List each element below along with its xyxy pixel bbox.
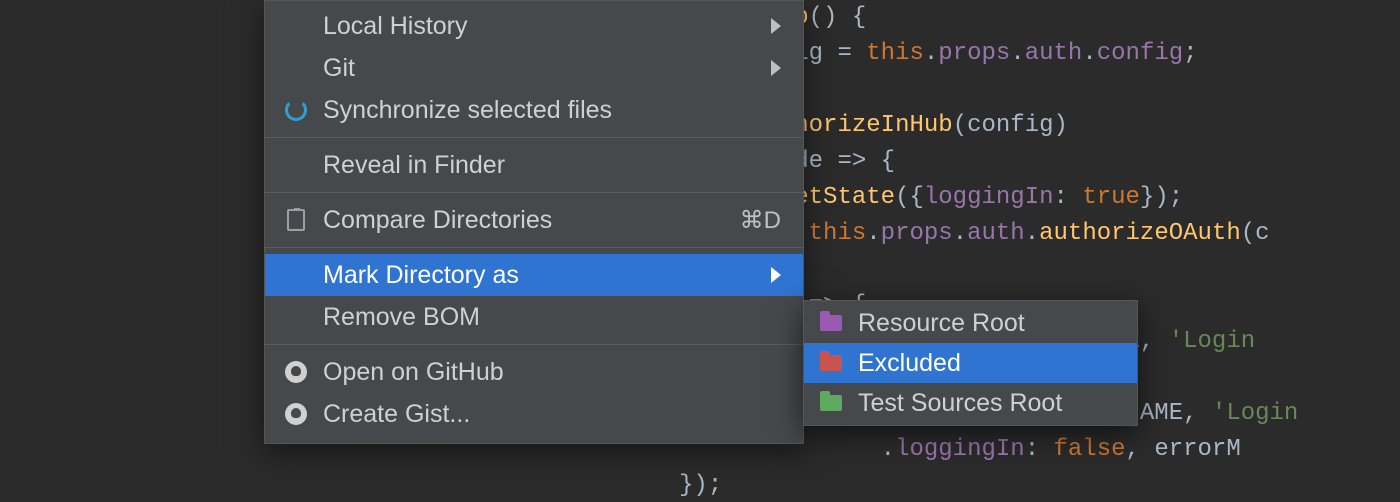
submenu-arrow-icon [771, 18, 781, 34]
menu-separator [265, 344, 803, 345]
context-menu: Local History Git Synchronize selected fil… [264, 0, 804, 444]
menu-item-compare-directories[interactable]: Compare Directories ⌘D [265, 199, 803, 241]
token-kw: this [866, 40, 924, 67]
menu-item-label: Open on GitHub [323, 358, 781, 387]
token-punc: . [1082, 40, 1096, 67]
github-icon [283, 401, 309, 427]
blank-icon [283, 152, 309, 178]
clipboard-icon [283, 207, 309, 233]
token-kw: this [809, 220, 867, 247]
token-punc: () { [809, 4, 867, 31]
menu-item-label: Synchronize selected files [323, 96, 781, 125]
submenu-item-label: Resource Root [858, 309, 1115, 338]
token-punc: , errorM [1126, 436, 1241, 463]
submenu-item-label: Test Sources Root [858, 389, 1115, 418]
menu-item-label: Remove BOM [323, 303, 781, 332]
token-bool: true [1082, 184, 1140, 211]
menu-item-label: Compare Directories [323, 206, 726, 235]
menu-item-label: Git [323, 54, 757, 83]
token-punc: . [953, 220, 967, 247]
menu-item-reveal-in-finder[interactable]: Reveal in Finder [265, 144, 803, 186]
menu-item-label: Local History [323, 12, 757, 41]
token-punc: . [866, 220, 880, 247]
submenu-arrow-icon [771, 60, 781, 76]
token-prop: props [881, 220, 953, 247]
folder-purple-icon [818, 310, 844, 336]
token-punc: = [823, 40, 866, 67]
token-punc: ({ [895, 184, 924, 211]
code-line: }); [535, 468, 1390, 500]
folder-green-icon [818, 390, 844, 416]
menu-item-label: Reveal in Finder [323, 151, 781, 180]
token-prop: loggingIn [895, 436, 1025, 463]
menu-item-shortcut: ⌘D [740, 206, 781, 235]
submenu-item-label: Excluded [858, 349, 1115, 378]
menu-item-open-on-github[interactable]: Open on GitHub [265, 351, 803, 393]
menu-item-create-gist-[interactable]: Create Gist... [265, 393, 803, 435]
token-punc: : [1025, 436, 1054, 463]
token-punc: . [924, 40, 938, 67]
token-punc: . [1025, 220, 1039, 247]
menu-item-label: Mark Directory as [323, 261, 757, 290]
menu-item-local-history[interactable]: Local History [265, 5, 803, 47]
token-punc: . [1010, 40, 1024, 67]
folder-red-icon [818, 350, 844, 376]
menu-item-mark-directory-as[interactable]: Mark Directory as [265, 254, 803, 296]
token-prop: config [1097, 40, 1183, 67]
menu-separator [265, 137, 803, 138]
token-prop: auth [967, 220, 1025, 247]
token-punc: }); [1140, 184, 1183, 211]
blank-icon [283, 304, 309, 330]
token-call: authorizeOAuth [1039, 220, 1241, 247]
token-prop: props [938, 40, 1010, 67]
token-prop: auth [1025, 40, 1083, 67]
menu-separator [265, 192, 803, 193]
blank-icon [283, 55, 309, 81]
token-punc: : [1054, 184, 1083, 211]
token-punc: ; [1183, 40, 1197, 67]
token-str: 'Login [1169, 328, 1255, 355]
blank-icon [283, 262, 309, 288]
token-punc: (c [1241, 220, 1270, 247]
sync-icon [283, 97, 309, 123]
menu-item-git[interactable]: Git [265, 47, 803, 89]
submenu-item-test-sources-root[interactable]: Test Sources Root [804, 383, 1137, 423]
menu-separator [265, 247, 803, 248]
token-bool: false [1054, 436, 1126, 463]
token-str: 'Login [1212, 400, 1298, 427]
menu-item-remove-bom[interactable]: Remove BOM [265, 296, 803, 338]
blank-icon [283, 13, 309, 39]
submenu-item-resource-root[interactable]: Resource Root [804, 303, 1137, 343]
submenu-item-excluded[interactable]: Excluded [804, 343, 1137, 383]
token-punc: }); [650, 472, 722, 499]
menu-item-synchronize-selected-files[interactable]: Synchronize selected files [265, 89, 803, 131]
github-icon [283, 359, 309, 385]
token-prop: loggingIn [924, 184, 1054, 211]
menu-item-label: Create Gist... [323, 400, 781, 429]
token-punc: (config) [953, 112, 1068, 139]
mark-directory-submenu: Resource Root Excluded Test Sources Root [803, 300, 1138, 426]
submenu-arrow-icon [771, 267, 781, 283]
